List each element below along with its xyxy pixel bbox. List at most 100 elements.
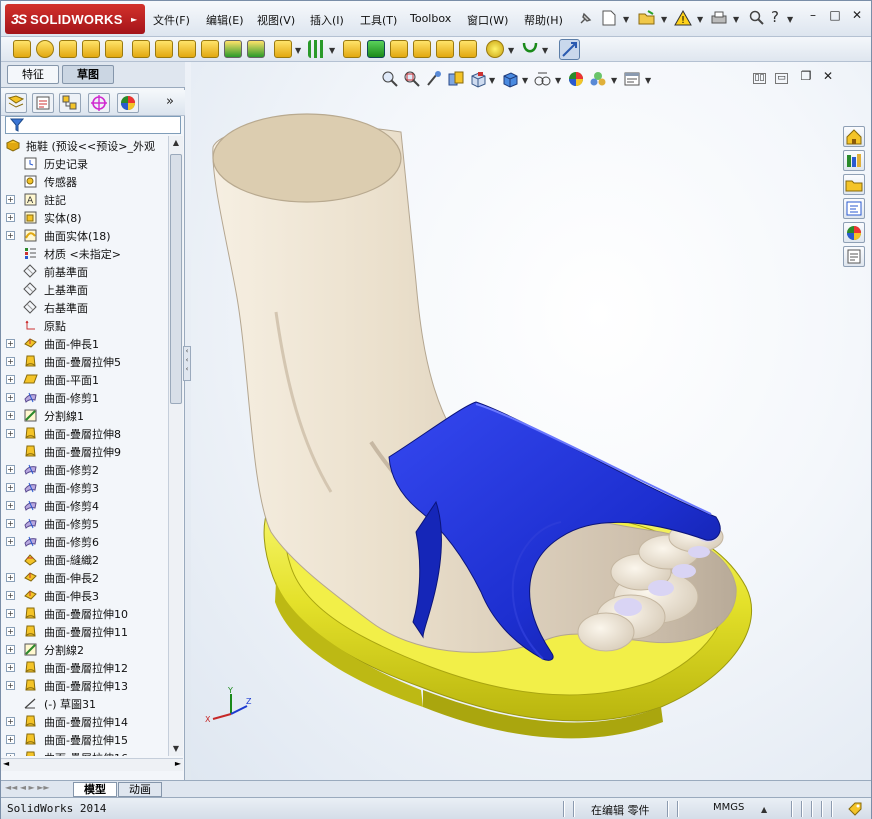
expand-toggle-icon[interactable]: +: [6, 465, 15, 474]
curves-icon[interactable]: [521, 40, 539, 58]
scroll-left-icon[interactable]: ◄: [3, 759, 9, 768]
tree-item[interactable]: + 实体(8): [1, 208, 168, 226]
expand-panel-icon[interactable]: »: [166, 94, 174, 109]
planar-surface-icon[interactable]: [132, 40, 150, 58]
close-icon[interactable]: ✕: [850, 9, 864, 23]
tree-item[interactable]: + 曲面-疊層拉伸16: [1, 748, 168, 756]
fill-surface-icon[interactable]: [201, 40, 219, 58]
ruled-surface-icon[interactable]: [178, 40, 196, 58]
thicken-cut-icon[interactable]: [413, 40, 431, 58]
feature-manager-icon[interactable]: [5, 93, 27, 113]
swept-surface-icon[interactable]: [59, 40, 77, 58]
expand-toggle-icon[interactable]: +: [6, 753, 15, 756]
expand-toggle-icon[interactable]: +: [6, 627, 15, 636]
expand-toggle-icon[interactable]: +: [6, 231, 15, 240]
replace-face-icon[interactable]: [459, 40, 477, 58]
expand-toggle-icon[interactable]: +: [6, 609, 15, 618]
search-icon[interactable]: [747, 8, 767, 28]
menu-file[interactable]: 文件(F): [153, 12, 190, 28]
tab-model[interactable]: 模型: [73, 782, 117, 797]
trim-surface-icon[interactable]: [247, 40, 265, 58]
lofted-surface-icon[interactable]: [82, 40, 100, 58]
menu-edit[interactable]: 编辑(E): [206, 12, 244, 28]
expand-toggle-icon[interactable]: +: [6, 735, 15, 744]
menu-tools[interactable]: 工具(T): [360, 12, 397, 28]
offset-surface-icon[interactable]: [155, 40, 173, 58]
tree-item[interactable]: + 曲面-修剪6: [1, 532, 168, 550]
expand-toggle-icon[interactable]: +: [6, 537, 15, 546]
extruded-surface-icon[interactable]: [13, 40, 31, 58]
tree-item[interactable]: + 曲面-疊層拉伸10: [1, 604, 168, 622]
scroll-up-icon[interactable]: ▲: [170, 136, 182, 150]
fillet-icon[interactable]: [343, 40, 361, 58]
print-icon[interactable]: [709, 8, 729, 28]
chevron-down-icon[interactable]: ▼: [787, 15, 793, 24]
open-folder-icon[interactable]: [637, 8, 657, 28]
chevron-down-icon[interactable]: ▼: [329, 46, 335, 55]
tree-item[interactable]: + 曲面-疊層拉伸5: [1, 352, 168, 370]
chevron-down-icon[interactable]: ▼: [542, 46, 548, 55]
untrim-surface-icon[interactable]: [274, 40, 292, 58]
tree-item[interactable]: 曲面-縫織2: [1, 550, 168, 568]
tree-item[interactable]: + 曲面-平面1: [1, 370, 168, 388]
tree-item[interactable]: 原點: [1, 316, 168, 334]
rebuild-warning-icon[interactable]: !: [673, 8, 693, 28]
tree-item[interactable]: + 曲面-疊層拉伸12: [1, 658, 168, 676]
expand-toggle-icon[interactable]: +: [6, 717, 15, 726]
configuration-manager-icon[interactable]: [59, 93, 81, 113]
solidworks-logo[interactable]: 3S SOLIDWORKS: [5, 4, 145, 34]
help-question-icon[interactable]: ?: [765, 7, 785, 27]
expand-toggle-icon[interactable]: +: [6, 195, 15, 204]
tree-item[interactable]: 传感器: [1, 172, 168, 190]
tree-item[interactable]: + 曲面-疊層拉伸15: [1, 730, 168, 748]
expand-toggle-icon[interactable]: +: [6, 519, 15, 528]
scrollbar-thumb[interactable]: [170, 154, 182, 404]
tags-icon[interactable]: [847, 801, 863, 817]
scroll-down-icon[interactable]: ▼: [170, 742, 182, 756]
panel-collapse-handle[interactable]: ‹ ‹ ‹: [183, 346, 191, 381]
expand-toggle-icon[interactable]: +: [6, 375, 15, 384]
tab-features[interactable]: 特征: [7, 65, 59, 84]
property-manager-icon[interactable]: [32, 93, 54, 113]
expand-toggle-icon[interactable]: +: [6, 483, 15, 492]
chevron-down-icon[interactable]: ▼: [733, 15, 739, 24]
expand-toggle-icon[interactable]: +: [6, 411, 15, 420]
chevron-down-icon[interactable]: ▼: [623, 15, 629, 24]
tree-item[interactable]: + 曲面-修剪1: [1, 388, 168, 406]
tree-item[interactable]: 右基準面: [1, 298, 168, 316]
tree-item[interactable]: + 曲面-疊層拉伸14: [1, 712, 168, 730]
chevron-up-icon[interactable]: ▲: [761, 805, 767, 814]
tree-filter-input[interactable]: [5, 116, 181, 134]
tree-item[interactable]: + 曲面-修剪5: [1, 514, 168, 532]
tab-motion-study[interactable]: 动画: [118, 782, 162, 797]
tree-item[interactable]: + 曲面-疊層拉伸13: [1, 676, 168, 694]
boundary-surface-icon[interactable]: [105, 40, 123, 58]
menu-toolbox[interactable]: Toolbox: [410, 12, 451, 25]
scroll-right-icon[interactable]: ►: [175, 759, 181, 768]
tree-vertical-scrollbar[interactable]: ▲ ▼: [168, 136, 183, 756]
menu-insert[interactable]: 插入(I): [310, 12, 344, 28]
expand-toggle-icon[interactable]: +: [6, 663, 15, 672]
expand-toggle-icon[interactable]: +: [6, 681, 15, 690]
tree-item[interactable]: 材质 <未指定>: [1, 244, 168, 262]
tab-sketch[interactable]: 草图: [62, 65, 114, 84]
tab-scroll-arrows-icon[interactable]: ◄◄ ◄ ► ►►: [5, 783, 50, 792]
expand-toggle-icon[interactable]: +: [6, 339, 15, 348]
tree-item[interactable]: + 分割線2: [1, 640, 168, 658]
tree-item[interactable]: + A 註記: [1, 190, 168, 208]
tree-item[interactable]: + 曲面-伸長1: [1, 334, 168, 352]
extend-surface-icon[interactable]: [224, 40, 242, 58]
thicken-icon[interactable]: [367, 40, 385, 58]
tree-item[interactable]: + 曲面-伸長2: [1, 568, 168, 586]
tree-item[interactable]: + 曲面-修剪3: [1, 478, 168, 496]
expand-toggle-icon[interactable]: +: [6, 357, 15, 366]
menu-view[interactable]: 视图(V): [257, 12, 295, 28]
pushpin-icon[interactable]: [575, 9, 595, 29]
tree-item[interactable]: 历史记录: [1, 154, 168, 172]
expand-toggle-icon[interactable]: +: [6, 213, 15, 222]
revolved-surface-icon[interactable]: [36, 40, 54, 58]
delete-face-icon[interactable]: [436, 40, 454, 58]
expand-toggle-icon[interactable]: +: [6, 429, 15, 438]
chevron-down-icon[interactable]: ▼: [508, 46, 514, 55]
tree-item[interactable]: + 分割線1: [1, 406, 168, 424]
